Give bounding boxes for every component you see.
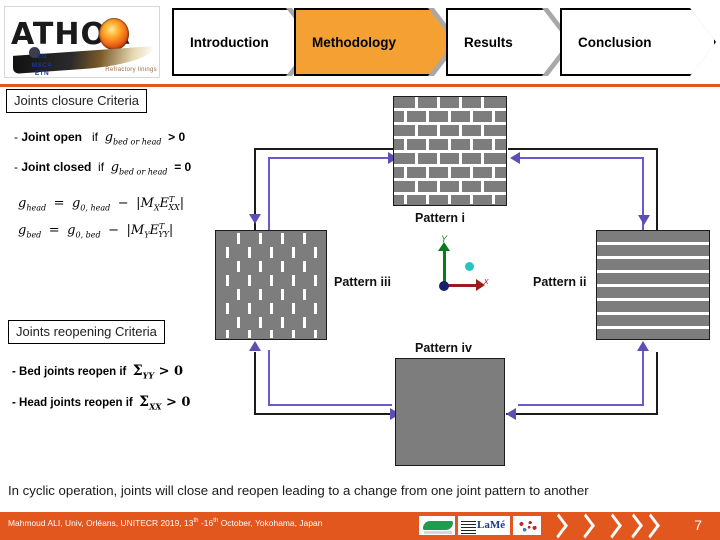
tab-conclusion-label: Conclusion xyxy=(578,34,652,50)
pattern-i-tile xyxy=(393,96,507,206)
network-logo xyxy=(513,516,541,535)
crocodile-logo xyxy=(419,516,455,535)
closure-rule-open: - Joint open if gbed or head > 0 xyxy=(14,130,186,147)
header-divider xyxy=(0,84,720,87)
connector-iii-i-purple-h xyxy=(268,157,396,159)
connector-iv-iii-black-v xyxy=(254,352,256,415)
pattern-iii-tile xyxy=(215,230,327,340)
connector-iv-ii-purple-h xyxy=(518,404,644,406)
pattern-ii-label: Pattern ii xyxy=(533,275,587,289)
connector-iv-ii-purple-v xyxy=(642,350,644,406)
pattern-i-label: Pattern i xyxy=(415,211,466,225)
logo-tagline: Refractory linings xyxy=(105,67,157,73)
page-number: 7 xyxy=(694,517,702,533)
closure-rule-closed: - Joint closed if gbed or head = 0 xyxy=(14,160,192,177)
arrowhead-to-pattern-ii xyxy=(638,215,650,225)
tab-methodology-label: Methodology xyxy=(312,34,396,50)
connector-i-ii-black-h xyxy=(508,148,658,150)
crocodile-logo-caption xyxy=(424,531,452,534)
connector-iv-ii-black-h xyxy=(506,413,658,415)
footer-citation-post: October, Yokohama, Japan xyxy=(218,518,323,528)
lame-wordmark: LaMé xyxy=(477,519,506,531)
pattern-iii-label: Pattern iii xyxy=(334,275,391,289)
arrowhead-to-pattern-iii-up xyxy=(249,341,261,351)
tab-results[interactable]: Results xyxy=(446,8,568,76)
footer-citation-mid: -16 xyxy=(198,518,214,528)
equation-g-bed: gbed = g0, bed − |MYETYY| xyxy=(18,222,174,240)
y-axis-label: Y xyxy=(441,234,448,244)
lame-logo: LaMé xyxy=(458,516,510,535)
axes-origin-dot xyxy=(439,281,449,291)
lame-grid-icon xyxy=(461,519,476,534)
arrowhead-to-pattern-i-right xyxy=(510,152,520,164)
connector-iii-i-black-h xyxy=(254,148,404,150)
footer-chevron-3 xyxy=(603,513,622,539)
equation-g-head: ghead = g0, head − |MXETXX| xyxy=(18,195,185,213)
tab-results-label: Results xyxy=(464,34,513,50)
tab-introduction-label: Introduction xyxy=(190,34,269,50)
network-dots-icon xyxy=(517,520,539,533)
logo-eu-text: EU MSCA ETN xyxy=(31,53,53,77)
arrowhead-to-pattern-iii xyxy=(249,214,261,224)
footer-chevron-5 xyxy=(641,513,660,539)
footer-citation: Mahmoud ALI, Univ, Orléans, UNITECR 2019… xyxy=(8,518,322,528)
joints-closure-criteria-title: Joints closure Criteria xyxy=(6,89,147,113)
connector-iv-ii-black-v xyxy=(656,352,658,415)
tab-conclusion[interactable]: Conclusion xyxy=(560,8,716,76)
x-axis-label: x xyxy=(484,276,489,286)
z-axis-dot xyxy=(465,262,474,271)
athor-logo: ATHOR EU MSCA ETN Refractory linings xyxy=(4,6,160,78)
slide-caption: In cyclic operation, joints will close a… xyxy=(8,483,589,498)
pattern-ii-tile xyxy=(596,230,710,340)
tab-introduction[interactable]: Introduction xyxy=(172,8,312,76)
footer-citation-pre: Mahmoud ALI, Univ, Orléans, UNITECR 2019… xyxy=(8,518,194,528)
connector-i-ii-purple-h xyxy=(520,157,644,159)
coordinate-axes-icon: Y x xyxy=(428,234,498,300)
footer-chevron-1 xyxy=(549,513,568,539)
joints-reopening-criteria-title: Joints reopening Criteria xyxy=(8,320,165,344)
crocodile-icon xyxy=(423,521,453,530)
reopen-rule-bed: - Bed joints reopen if ΣYY > 0 xyxy=(12,363,184,381)
connector-iv-iii-black-h xyxy=(254,413,406,415)
connector-iv-iii-purple-v xyxy=(268,350,270,406)
slide-footer: Mahmoud ALI, Univ, Orléans, UNITECR 2019… xyxy=(0,512,720,540)
connector-iv-iii-purple-h xyxy=(268,404,392,406)
tab-methodology[interactable]: Methodology xyxy=(294,8,454,76)
logo-furnace-icon xyxy=(99,18,129,50)
x-axis-line xyxy=(444,284,478,287)
pattern-iv-label: Pattern iv xyxy=(415,341,472,355)
slide-header: ATHOR EU MSCA ETN Refractory linings Intro… xyxy=(0,0,720,87)
reopen-rule-head: - Head joints reopen if ΣXX > 0 xyxy=(12,394,191,412)
arrowhead-to-pattern-ii-up xyxy=(637,341,649,351)
footer-chevron-2 xyxy=(576,513,595,539)
pattern-iv-tile xyxy=(395,358,505,466)
arrowhead-to-pattern-iv-right xyxy=(506,408,516,420)
